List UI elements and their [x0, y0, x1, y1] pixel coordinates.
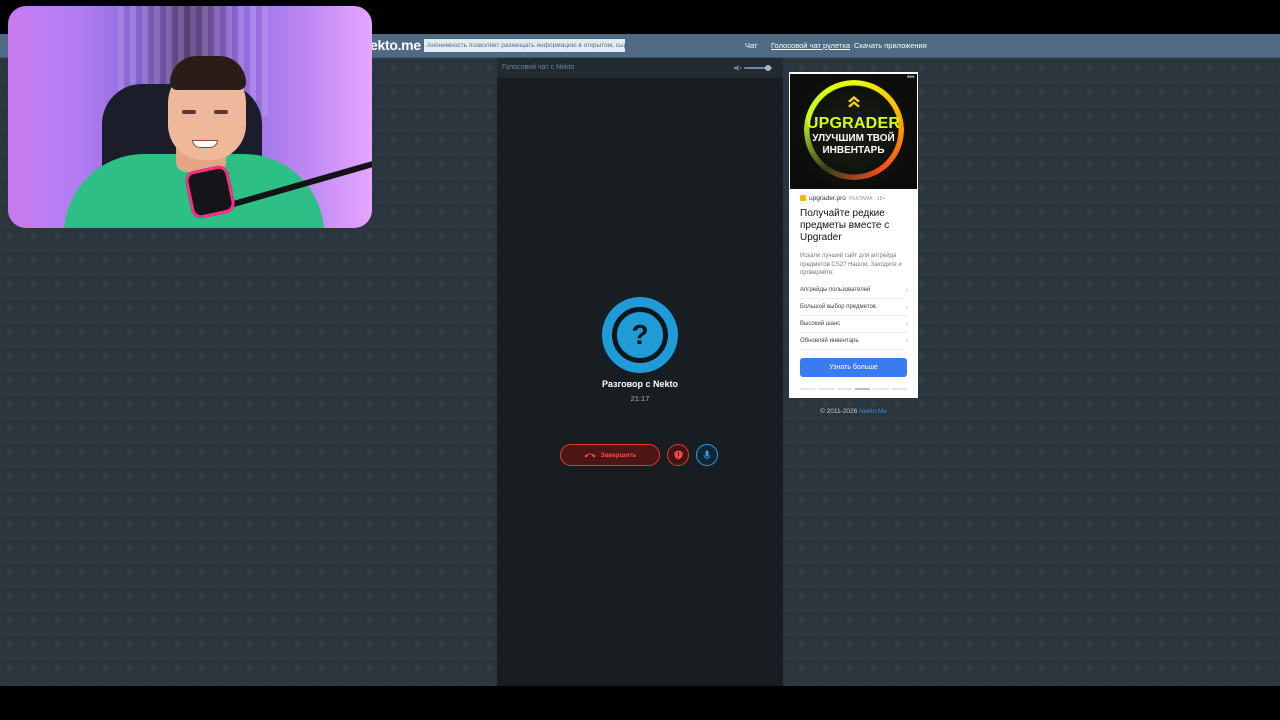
ad-feature-label: Высокий шанс: [800, 321, 841, 327]
ad-source-domain: upgrader.pro: [809, 195, 846, 202]
advertisement-card[interactable]: ••• UPGRADER УЛУЧШИМ ТВОЙ ИНВЕНТАРЬ upgr…: [789, 72, 918, 398]
hang-up-icon: [584, 453, 596, 458]
microphone-button[interactable]: [696, 444, 718, 466]
ad-feature-label: Большой выбор предметов: [800, 304, 876, 310]
anonymity-notice: Анонимность позволяет размещать информац…: [424, 39, 625, 52]
end-call-label: Завершить: [600, 451, 637, 459]
volume-icon[interactable]: [733, 63, 743, 73]
ad-menu-icon[interactable]: •••: [906, 72, 914, 83]
nav-voice-chat-link[interactable]: Голосовой чат рулетка: [771, 41, 850, 50]
ad-title[interactable]: Получайте редкие предметы вместе с Upgra…: [800, 208, 912, 244]
ad-feature-label: Обновляй инвентарь: [800, 338, 859, 344]
ad-source[interactable]: upgrader.pro РЕКЛАМА · 18+: [800, 195, 886, 202]
footer-link[interactable]: Nekto.Me: [859, 408, 887, 415]
call-timer: 21:17: [630, 394, 650, 403]
report-button[interactable]: [667, 444, 689, 466]
end-call-button[interactable]: Завершить: [560, 444, 660, 466]
nav-download-apps-link[interactable]: Скачать приложения: [854, 41, 927, 50]
ad-feature-list: Апгрейды пользователей › Большой выбор пр…: [800, 282, 908, 350]
chevron-right-icon: ›: [905, 321, 908, 328]
chevron-right-icon: ›: [905, 338, 908, 345]
double-chevron-up-icon: [848, 96, 860, 108]
page-footer: © 2011-2026 Nekto.Me: [789, 408, 918, 415]
question-mark-icon: ?: [612, 307, 668, 363]
ad-feature-label: Апгрейды пользователей: [800, 287, 871, 293]
shield-icon: [674, 450, 682, 460]
streamer-webcam-overlay: [8, 6, 372, 228]
ad-learn-more-button[interactable]: Узнать больше: [800, 358, 907, 377]
voice-chat-panel: Голосовой чат с Nekto ? Разговор с Nekto…: [497, 58, 783, 686]
chevron-right-icon: ›: [905, 304, 908, 311]
ad-banner-tagline: УЛУЧШИМ ТВОЙ ИНВЕНТАРЬ: [812, 133, 895, 156]
ad-feature-item[interactable]: Обновляй инвентарь ›: [800, 333, 908, 350]
ad-banner-brand: UPGRADER: [806, 115, 901, 132]
ad-label: РЕКЛАМА · 18+: [848, 196, 886, 202]
ad-description: Искали лучший сайт для апгрейда предмето…: [800, 253, 902, 276]
nav-chat-link[interactable]: Чат: [745, 41, 757, 50]
ad-carousel-indicator: [800, 388, 907, 390]
microphone-icon: [703, 450, 711, 460]
ad-banner-image[interactable]: UPGRADER УЛУЧШИМ ТВОЙ ИНВЕНТАРЬ: [790, 74, 917, 189]
ad-feature-item[interactable]: Большой выбор предметов ›: [800, 299, 908, 316]
volume-slider-handle[interactable]: [764, 65, 771, 71]
video-letterbox-bottom: [0, 686, 1280, 720]
chevron-right-icon: ›: [905, 287, 908, 294]
voice-chat-header: Голосовой чат с Nekto: [497, 58, 783, 78]
voice-chat-title: Голосовой чат с Nekto: [502, 64, 575, 71]
copyright-text: © 2011-2026: [820, 408, 858, 415]
partner-avatar: ?: [602, 297, 678, 373]
ad-feature-item[interactable]: Высокий шанс ›: [800, 316, 908, 333]
site-logo[interactable]: ekto.me: [370, 37, 421, 53]
conversation-title: Разговор с Nekto: [601, 379, 679, 389]
ad-favicon-icon: [800, 195, 806, 202]
ad-feature-item[interactable]: Апгрейды пользователей ›: [800, 282, 908, 299]
